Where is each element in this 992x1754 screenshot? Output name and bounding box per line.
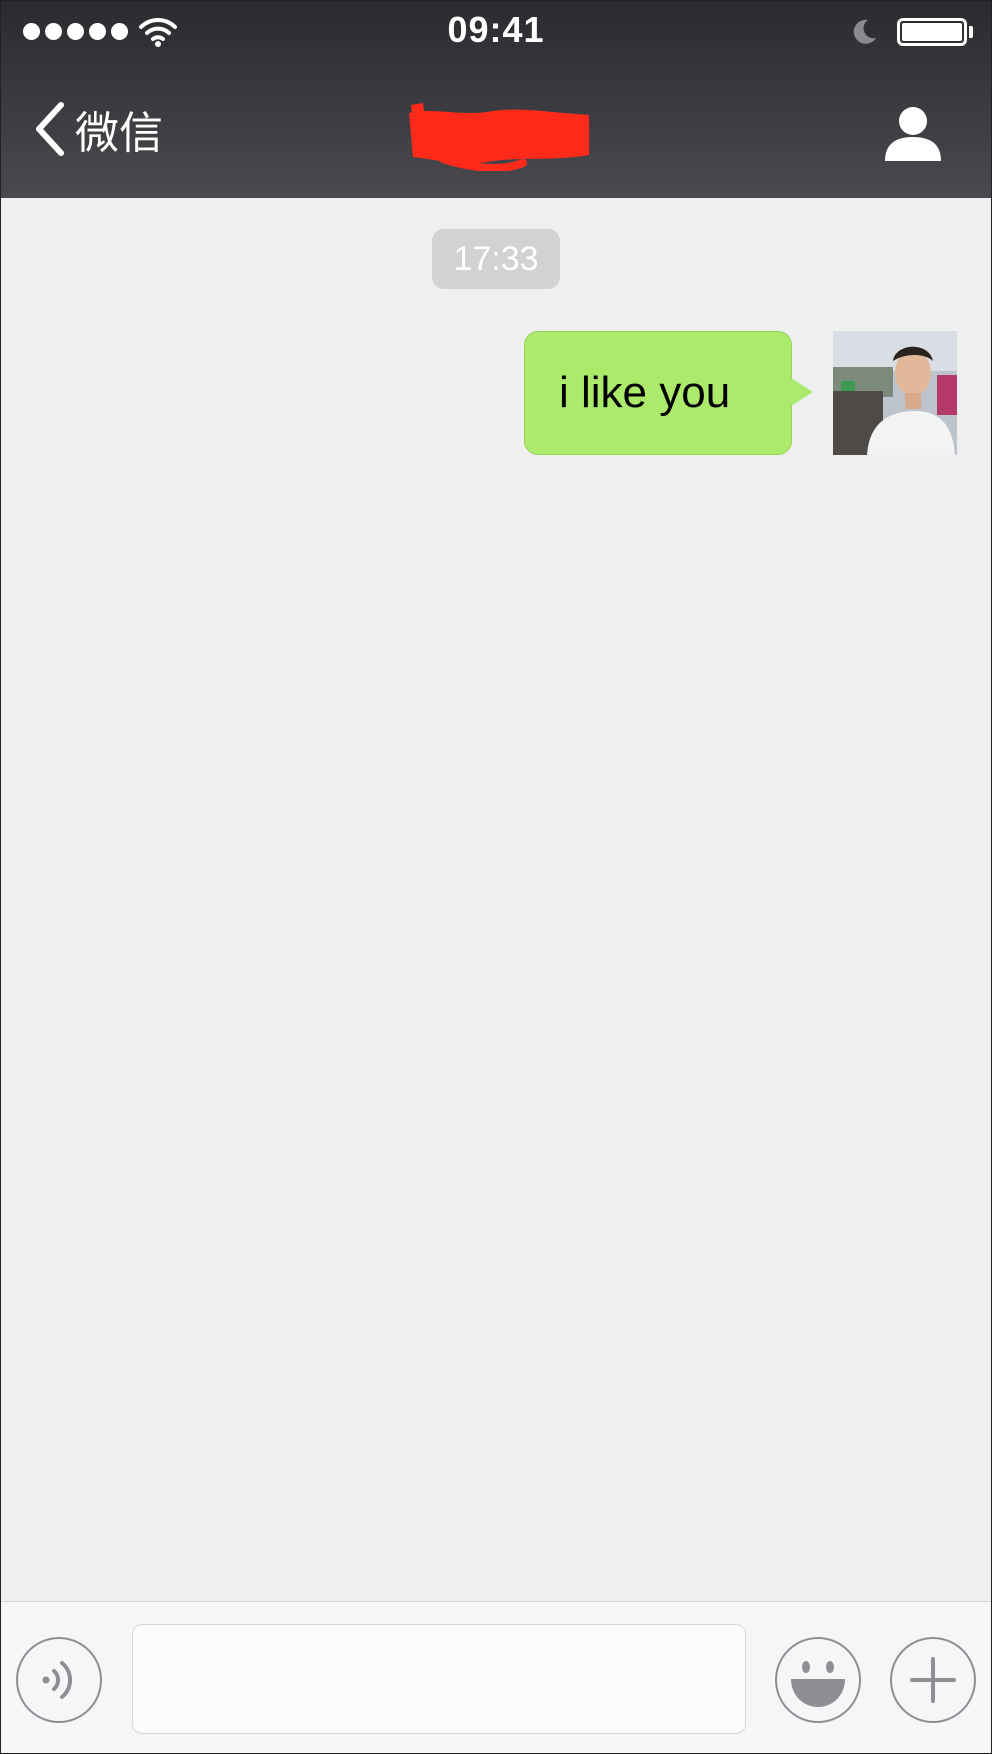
battery-tip [969, 26, 973, 38]
do-not-disturb-moon-icon [853, 19, 876, 44]
back-label: 微信 [75, 108, 163, 159]
more-options-button[interactable] [890, 1637, 976, 1723]
chevron-left-icon [36, 102, 64, 156]
back-button[interactable]: 微信 [31, 99, 163, 159]
status-time: 09:41 [447, 9, 545, 50]
voice-input-button[interactable] [16, 1637, 102, 1723]
header: 09:41 微信 [1, 1, 991, 198]
nav-bar: 微信 [1, 63, 991, 198]
bubble-tail [791, 378, 813, 406]
message-timestamp: 17:33 [432, 229, 560, 289]
input-bar [1, 1601, 991, 1753]
smiley-icon [791, 1661, 845, 1707]
voice-input-icon [42, 1661, 73, 1699]
message-input[interactable] [132, 1624, 746, 1734]
outgoing-message-bubble[interactable]: i like you [524, 331, 792, 455]
plus-icon [910, 1657, 956, 1703]
emoji-button[interactable] [775, 1637, 861, 1723]
person-icon [885, 107, 941, 161]
avatar[interactable] [833, 331, 957, 455]
status-bar: 09:41 [1, 1, 991, 63]
contact-info-button[interactable] [881, 101, 945, 165]
battery-icon [897, 18, 967, 46]
chat-area[interactable]: 17:33 i like you [1, 198, 991, 1601]
redacted-contact-name [409, 103, 589, 171]
message-text: i like you [559, 368, 731, 417]
battery-level [902, 23, 962, 41]
wechat-chat-screen: 09:41 微信 17:33 i like you [0, 0, 992, 1754]
